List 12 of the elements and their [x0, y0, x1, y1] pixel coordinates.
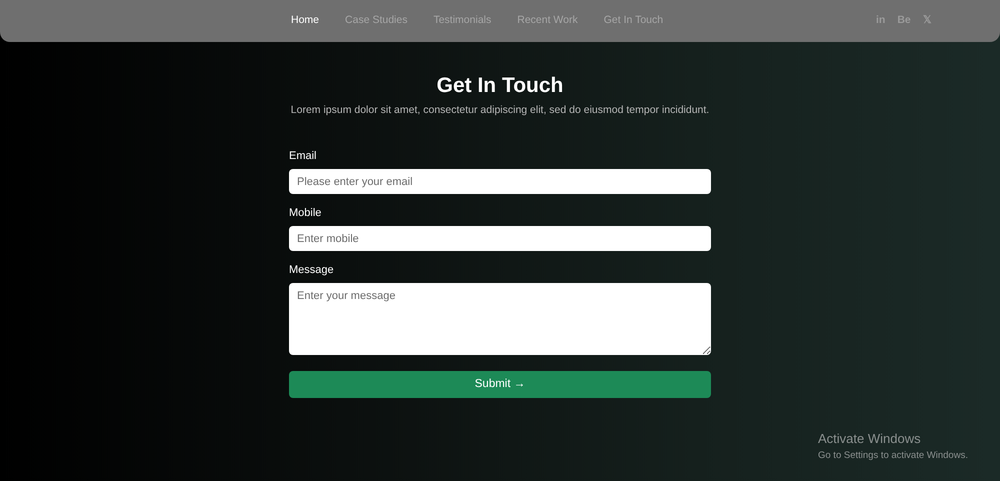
input-field[interactable]: Please enter your email [289, 169, 711, 194]
field-label: Mobile [289, 206, 322, 220]
input-field[interactable]: Enter mobile [289, 226, 711, 251]
field-label: Email [289, 149, 318, 163]
notice-text: Go to Settings to activate Windows. [818, 449, 968, 463]
notice-title: Activate Windows [818, 431, 922, 447]
submit-button[interactable]: Submit → [289, 371, 711, 398]
field-label: Message [289, 263, 335, 277]
message-field[interactable]: Enter your message [289, 283, 711, 355]
subtitle: Lorem ipsum dolor sit amet, consectetur adipiscing elit, sed do eiusmod tempor incididunt. [290, 103, 710, 117]
page-title: Get In Touch [436, 74, 564, 98]
nav-link[interactable]: Home [291, 13, 320, 29]
